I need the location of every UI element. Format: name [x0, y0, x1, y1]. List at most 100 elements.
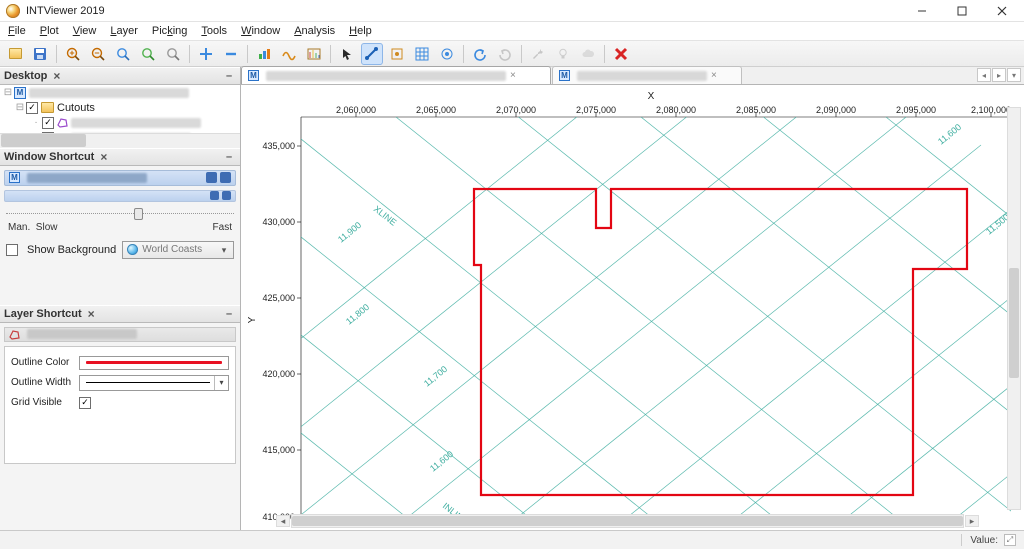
globe-icon — [127, 244, 138, 255]
toolbar — [0, 41, 1024, 67]
playback-speed-slider[interactable] — [6, 206, 234, 220]
layer-shortcut-close-icon[interactable]: × — [86, 308, 97, 320]
cutout-polygon — [474, 189, 967, 495]
status-expand-icon[interactable]: ⤢ — [1004, 534, 1016, 546]
ws-mini-icon — [220, 172, 231, 183]
pointer-button[interactable] — [336, 43, 358, 65]
layer-shortcut-title: Layer Shortcut — [4, 308, 82, 320]
zoom-fit-button[interactable] — [137, 43, 159, 65]
outline-color-label: Outline Color — [11, 357, 73, 368]
svg-text:11,900: 11,900 — [336, 220, 363, 245]
svg-text:420,000: 420,000 — [262, 369, 295, 379]
tree-h-scrollbar[interactable] — [0, 133, 240, 148]
window-shortcut-collapse-icon[interactable]: – — [222, 151, 236, 163]
menu-file[interactable]: File — [4, 24, 30, 38]
undo-button[interactable] — [469, 43, 491, 65]
show-background-checkbox[interactable] — [6, 244, 18, 256]
toolbar-separator — [521, 45, 522, 63]
window-shortcut-close-icon[interactable]: × — [98, 151, 109, 163]
map-plot[interactable]: X 2,060,0002,065,0002,070,000 2,075,0002… — [241, 85, 1024, 530]
layer-shortcut-collapse-icon[interactable]: – — [222, 308, 236, 320]
svg-text:11,700: 11,700 — [422, 364, 449, 389]
chart-bar-button[interactable] — [253, 43, 275, 65]
ws-mini-icon — [222, 191, 231, 200]
chevron-down-icon: ▾ — [218, 245, 230, 257]
delete-button[interactable] — [610, 43, 632, 65]
pick-point-button[interactable] — [386, 43, 408, 65]
grid-visible-label: Grid Visible — [11, 397, 73, 408]
tab-nav-menu[interactable]: ▾ — [1007, 68, 1021, 82]
svg-text:430,000: 430,000 — [262, 217, 295, 227]
ws-slow-label: Slow — [36, 222, 58, 233]
desktop-panel-close-icon[interactable]: × — [51, 70, 62, 82]
tab-close-icon[interactable]: × — [510, 70, 516, 81]
menu-window[interactable]: Window — [237, 24, 284, 38]
outline-color-picker[interactable] — [79, 356, 229, 370]
ws-fast-label: Fast — [213, 222, 232, 233]
background-combo[interactable]: World Coasts ▾ — [122, 241, 234, 259]
grid-visible-checkbox[interactable]: ✓ — [79, 397, 91, 409]
save-button[interactable] — [29, 43, 51, 65]
zoom-out-button[interactable] — [87, 43, 109, 65]
svg-text:11,600: 11,600 — [428, 449, 455, 474]
lightbulb-button[interactable] — [552, 43, 574, 65]
wrench-button[interactable] — [527, 43, 549, 65]
menu-analysis[interactable]: Analysis — [290, 24, 339, 38]
window-shortcut-header[interactable]: Window Shortcut × – — [0, 148, 240, 166]
ws-subbar — [4, 190, 236, 202]
toolbar-separator — [330, 45, 331, 63]
statusbar: Value: ⤢ — [0, 530, 1024, 549]
document-tab-2[interactable]: M× — [552, 66, 742, 84]
window-shortcut-title: Window Shortcut — [4, 151, 94, 163]
chart-spectrum-button[interactable] — [303, 43, 325, 65]
pan-button[interactable] — [195, 43, 217, 65]
menu-tools[interactable]: Tools — [197, 24, 231, 38]
desktop-tree[interactable]: ⊟M ⊟✓Cutouts ·✓ ·✓ ·✓ ·✓ ·✓ ⊟M ·✓ — [0, 85, 240, 148]
toolbar-separator — [56, 45, 57, 63]
scroll-left-icon[interactable]: ◂ — [276, 515, 290, 527]
ruler-button[interactable] — [361, 43, 383, 65]
status-value-label: Value: — [970, 535, 998, 546]
layer-item-header[interactable] — [4, 327, 236, 342]
plot-v-scrollbar[interactable] — [1007, 107, 1021, 510]
plot-h-scrollbar[interactable]: ◂ ▸ — [291, 514, 964, 528]
chart-wave-button[interactable] — [278, 43, 300, 65]
desktop-panel-header[interactable]: Desktop × – — [0, 67, 240, 85]
redo-button[interactable] — [494, 43, 516, 65]
menu-plot[interactable]: Plot — [36, 24, 63, 38]
open-folder-button[interactable] — [4, 43, 26, 65]
target-button[interactable] — [436, 43, 458, 65]
tab-close-icon[interactable]: × — [711, 70, 717, 81]
tab-nav-prev[interactable]: ◂ — [977, 68, 991, 82]
window-minimize-button[interactable] — [902, 0, 942, 22]
document-tab-1[interactable]: M× — [241, 66, 551, 84]
minus-button[interactable] — [220, 43, 242, 65]
menu-picking[interactable]: Picking — [148, 24, 191, 38]
window-maximize-button[interactable] — [942, 0, 982, 22]
background-combo-value: World Coasts — [142, 244, 202, 255]
grid-edit-button[interactable] — [411, 43, 433, 65]
window-close-button[interactable] — [982, 0, 1022, 22]
outline-width-combo[interactable]: ▾ — [79, 375, 229, 391]
show-background-label: Show Background — [27, 244, 116, 256]
svg-text:11,600: 11,600 — [936, 122, 963, 147]
cloud-button[interactable] — [577, 43, 599, 65]
titlebar: INTViewer 2019 — [0, 0, 1024, 22]
desktop-panel-collapse-icon[interactable]: – — [222, 70, 236, 82]
toolbar-separator — [604, 45, 605, 63]
zoom-rubber-button[interactable] — [112, 43, 134, 65]
toolbar-separator — [463, 45, 464, 63]
desktop-panel-title: Desktop — [4, 70, 47, 82]
zoom-in-button[interactable] — [62, 43, 84, 65]
tree-cutouts-label: Cutouts — [57, 102, 95, 114]
ws-window-item[interactable]: M — [4, 170, 236, 186]
zoom-reset-button[interactable] — [162, 43, 184, 65]
menu-layer[interactable]: Layer — [106, 24, 142, 38]
layer-shortcut-header[interactable]: Layer Shortcut × – — [0, 305, 240, 323]
svg-text:415,000: 415,000 — [262, 445, 295, 455]
menu-help[interactable]: Help — [345, 24, 376, 38]
menu-view[interactable]: View — [69, 24, 101, 38]
scroll-right-icon[interactable]: ▸ — [965, 515, 979, 527]
tab-nav-next[interactable]: ▸ — [992, 68, 1006, 82]
x-axis-title: X — [648, 91, 655, 102]
